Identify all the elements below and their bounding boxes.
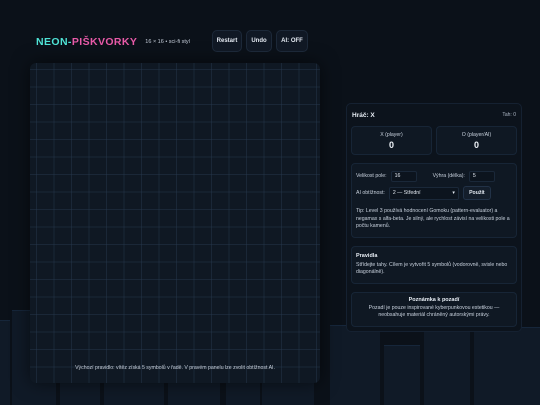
win-length-input[interactable]: 5 <box>468 170 495 182</box>
ai-difficulty-value: 2 — Střední <box>392 190 421 196</box>
app-subtitle: 16 × 16 • sci-fi styl <box>145 39 190 45</box>
status-bar: Hráč: X Tah: 0 <box>347 104 521 122</box>
logo-neon: NEON- <box>36 36 72 48</box>
board-note: Výchozí pravidlo: vítěz získá 5 symbolů … <box>75 365 275 371</box>
score-label: X (player) <box>380 131 403 138</box>
logo-piskvorky: PIŠKVORKY <box>71 36 138 48</box>
win-length-label: Výhra (délka): <box>432 173 465 179</box>
score-value: 0 <box>473 139 479 150</box>
chevron-down-icon: ▾ <box>452 190 455 196</box>
ai-difficulty-label: AI obtížnost: <box>356 190 385 196</box>
ai-difficulty-select[interactable]: 2 — Střední ▾ <box>388 186 459 200</box>
size-input[interactable]: 16 <box>390 170 417 182</box>
undo-button[interactable]: Undo <box>246 30 272 52</box>
apply-button[interactable]: Použít <box>462 186 491 200</box>
background-note-text: Pozadí je pouze inspirované kyberpunkovo… <box>368 304 500 319</box>
score-x: X (player) 0 <box>351 126 432 155</box>
rules-title: Pravidla <box>356 252 378 259</box>
ai-difficulty-row: AI obtížnost: 2 — Střední ▾ Použít <box>356 184 512 202</box>
ai-toggle-button[interactable]: AI: OFF <box>276 30 308 52</box>
settings-card: Velikost pole: 16 Výhra (délka): 5 AI ob… <box>351 163 517 238</box>
scoreboard: X (player) 0 O (player/AI) 0 <box>347 122 521 155</box>
size-label: Velikost pole: <box>356 173 387 179</box>
current-player: Hráč: X <box>352 111 375 119</box>
app-logo: NEON-PIŠKVORKY <box>36 36 137 48</box>
turn-counter: Tah: 0 <box>502 112 516 118</box>
background-note-card: Poznámka k pozadí Pozadí je pouze inspir… <box>351 291 517 327</box>
rules-card: Pravidla Střídejte tahy. Cílem je vytvoř… <box>351 245 517 284</box>
size-win-row: Velikost pole: 16 Výhra (délka): 5 <box>356 168 512 184</box>
side-panel: Hráč: X Tah: 0 X (player) 0 O (player/AI… <box>346 103 522 332</box>
rules-text: Střídejte tahy. Cílem je vytvořit 5 symb… <box>356 261 508 276</box>
score-o: O (player/AI) 0 <box>436 126 517 155</box>
game-board[interactable] <box>30 63 320 383</box>
tip-text: Tip: Level 3 používá hodnocení Gomoku (p… <box>356 208 510 229</box>
header: NEON-PIŠKVORKY 16 × 16 • sci-fi styl <box>36 30 316 54</box>
score-label: O (player/AI) <box>461 131 492 138</box>
background-note-title: Poznámka k pozadí <box>408 296 460 303</box>
restart-button[interactable]: Restart <box>212 30 242 52</box>
score-value: 0 <box>388 139 394 150</box>
